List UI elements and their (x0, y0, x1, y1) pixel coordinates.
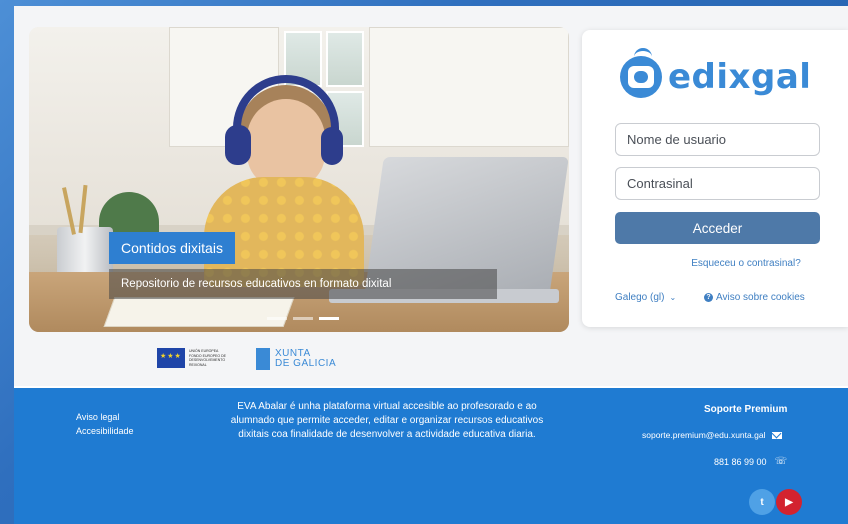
youtube-icon[interactable]: ▶ (776, 489, 802, 515)
footer-link-legal[interactable]: Aviso legal (76, 410, 134, 424)
language-label: Galego (gl) (615, 292, 665, 303)
support-phone-text: 881 86 99 00 (714, 456, 767, 467)
eu-feder-logo: UNIÓN EUROPEA FONDO EUROPEO DE DESENVOLV… (157, 348, 231, 368)
cookies-notice-label: Aviso sobre cookies (716, 292, 805, 303)
edixgal-logo-icon (620, 48, 662, 98)
carousel-indicator-active[interactable] (319, 317, 339, 320)
eu-flag-icon (157, 348, 185, 368)
carousel-indicator[interactable] (267, 317, 287, 320)
page-frame: Contidos dixitais Repositorio de recurso… (14, 6, 848, 524)
footer-description: EVA Abalar é unha plataforma virtual acc… (230, 401, 544, 440)
hero-carousel[interactable]: Contidos dixitais Repositorio de recurso… (29, 27, 569, 332)
username-input[interactable] (615, 123, 820, 156)
login-button[interactable]: Acceder (615, 212, 820, 244)
hero-headphone-right (321, 127, 343, 165)
envelope-icon (772, 431, 783, 439)
footer-link-accessibility[interactable]: Accesibilidade (76, 424, 134, 438)
cookies-notice-link[interactable]: ? Aviso sobre cookies (704, 292, 805, 303)
hero-cabinet (369, 27, 569, 147)
twitter-icon[interactable]: t (749, 489, 775, 515)
logo-text: edixgal (668, 57, 812, 97)
carousel-caption-title: Contidos dixitais (109, 232, 235, 264)
hero-window (326, 31, 364, 87)
edixgal-logo: edixgal (620, 48, 812, 98)
chevron-down-icon: ⌄ (669, 293, 677, 302)
support-title: Soporte Premium (704, 404, 788, 415)
hero-headphone-left (225, 125, 251, 165)
hero-book (103, 297, 295, 327)
question-circle-icon: ? (704, 293, 713, 302)
xunta-shield-icon (256, 348, 270, 370)
support-email[interactable]: soporte.premium@edu.xunta.gal (642, 430, 783, 440)
language-selector[interactable]: Galego (gl) ⌄ (615, 292, 676, 303)
xunta-line2: DE GALICIA (275, 358, 337, 369)
xunta-galicia-logo: XUNTA DE GALICIA (256, 348, 336, 370)
carousel-indicator[interactable] (293, 317, 313, 320)
phone-icon: ☏ (774, 456, 788, 467)
carousel-indicators (267, 317, 339, 320)
eu-feder-text: UNIÓN EUROPEA FONDO EUROPEO DE DESENVOLV… (189, 349, 226, 367)
support-phone[interactable]: 881 86 99 00 ☏ (714, 456, 787, 467)
forgot-password-link[interactable]: Esqueceu o contrasinal? (582, 258, 848, 269)
support-email-text: soporte.premium@edu.xunta.gal (642, 430, 766, 440)
password-input[interactable] (615, 167, 820, 200)
footer-links: Aviso legal Accesibilidade (76, 410, 134, 438)
login-card: edixgal Acceder Esqueceu o contrasinal? … (582, 30, 848, 327)
footer: Aviso legal Accesibilidade EVA Abalar é … (14, 388, 848, 524)
main-area: Contidos dixitais Repositorio de recurso… (14, 6, 848, 386)
carousel-caption-subtitle: Repositorio de recursos educativos en fo… (109, 269, 497, 299)
